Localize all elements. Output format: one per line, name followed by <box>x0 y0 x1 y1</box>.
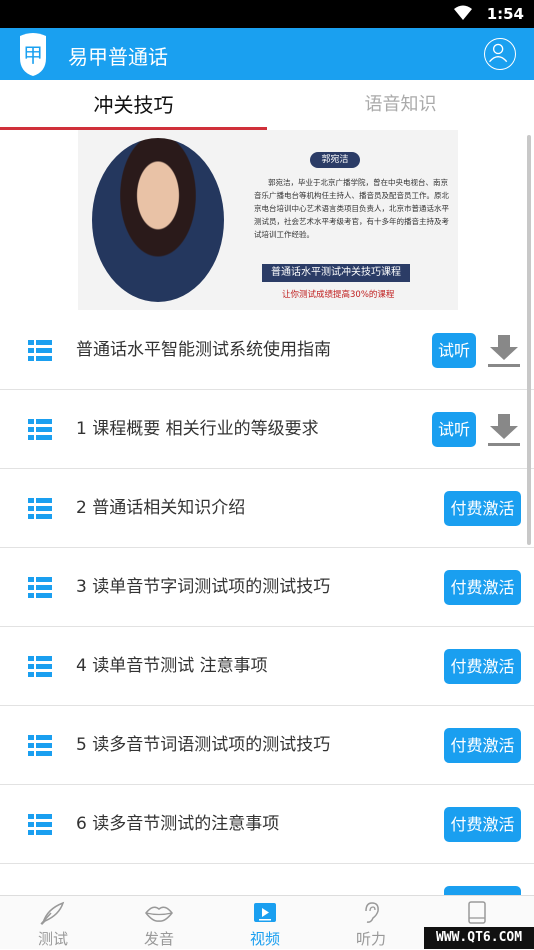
nav-item-video[interactable]: 视频 <box>212 896 318 950</box>
lesson-title: 5 读多音节词语测试项的测试技巧 <box>76 735 331 755</box>
list-icon <box>28 735 52 756</box>
nav-item-listening[interactable]: 听力 <box>318 896 424 950</box>
nav-item-test[interactable]: 测试 <box>0 896 106 950</box>
watermark: WWW.QT6.COM <box>424 927 534 949</box>
pay-activate-button[interactable]: 付费激活 <box>444 886 521 895</box>
list-item[interactable]: 1 课程概要 相关行业的等级要求 试听 <box>0 390 534 469</box>
nav-label: 测试 <box>37 930 68 948</box>
user-profile-button[interactable] <box>484 38 516 70</box>
nav-label: 发音 <box>143 930 174 948</box>
feather-pen-icon <box>40 901 65 925</box>
user-icon <box>489 43 508 63</box>
course-tag: 普通话水平测试冲关技巧课程 <box>262 264 410 282</box>
app-title: 易甲普通话 <box>68 45 168 69</box>
app-bar: 甲 易甲普通话 <box>0 28 534 80</box>
nav-item-pronunciation[interactable]: 发音 <box>106 896 212 950</box>
list-icon <box>28 340 52 361</box>
list-item[interactable]: 4 读单音节测试 注意事项 付费激活 <box>0 627 534 706</box>
course-banner[interactable]: 郭宛洁 郭宛洁，毕业于北京广播学院，曾在中央电视台、南京音乐广播电台等机构任主持… <box>78 130 458 310</box>
status-time: 1:54 <box>486 5 524 23</box>
pay-activate-button[interactable]: 付费激活 <box>444 807 521 842</box>
lesson-title: 2 普通话相关知识介绍 <box>76 498 246 518</box>
nav-label: 视频 <box>249 930 280 948</box>
tab-bar: 冲关技巧 语音知识 <box>0 80 534 130</box>
pay-activate-button[interactable]: 付费激活 <box>444 570 521 605</box>
instructor-portrait <box>92 138 224 302</box>
pay-activate-button[interactable]: 付费激活 <box>444 728 521 763</box>
nav-label: 听力 <box>355 930 386 948</box>
book-icon <box>468 901 486 924</box>
pay-activate-button[interactable]: 付费激活 <box>444 649 521 684</box>
status-bar: 1:54 <box>0 0 534 28</box>
course-slogan: 让你测试成绩提高30%的课程 <box>282 290 395 300</box>
list-icon <box>28 498 52 519</box>
tab-phonetics[interactable]: 语音知识 <box>267 80 534 130</box>
lesson-title: 6 读多音节测试的注意事项 <box>76 814 280 834</box>
trial-button[interactable]: 试听 <box>432 333 476 368</box>
wifi-icon <box>454 5 472 20</box>
ear-icon <box>365 902 379 923</box>
list-icon <box>28 656 52 677</box>
tab-tips[interactable]: 冲关技巧 <box>0 80 267 130</box>
trial-button[interactable]: 试听 <box>432 412 476 447</box>
lesson-list: 普通话水平智能测试系统使用指南 试听 1 课程概要 相关行业的等级要求 试听 2… <box>0 311 534 895</box>
list-item[interactable]: 6 读多音节测试的注意事项 付费激活 <box>0 785 534 864</box>
scrollbar[interactable] <box>527 135 531 545</box>
list-icon <box>28 814 52 835</box>
download-icon[interactable] <box>486 412 522 448</box>
list-item[interactable]: 3 读单音节字词测试项的测试技巧 付费激活 <box>0 548 534 627</box>
video-play-icon <box>254 903 276 922</box>
list-item[interactable]: 2 普通话相关知识介绍 付费激活 <box>0 469 534 548</box>
lesson-title: 1 课程概要 相关行业的等级要求 <box>76 419 319 439</box>
app-logo-icon: 甲 <box>20 33 46 76</box>
download-icon[interactable] <box>486 333 522 369</box>
list-icon <box>28 419 52 440</box>
instructor-name: 郭宛洁 <box>310 152 360 168</box>
instructor-bio: 郭宛洁，毕业于北京广播学院，曾在中央电视台、南京音乐广播电台等机构任主持人、播音… <box>254 178 449 239</box>
list-item[interactable]: 付费激活 <box>0 864 534 895</box>
svg-text:甲: 甲 <box>23 43 43 67</box>
lesson-title: 4 读单音节测试 注意事项 <box>76 656 268 676</box>
list-item[interactable]: 普通话水平智能测试系统使用指南 试听 <box>0 311 534 390</box>
lips-icon <box>145 906 173 922</box>
lesson-title: 3 读单音节字词测试项的测试技巧 <box>76 577 331 597</box>
lesson-title: 普通话水平智能测试系统使用指南 <box>76 340 331 360</box>
list-icon <box>28 577 52 598</box>
list-item[interactable]: 5 读多音节词语测试项的测试技巧 付费激活 <box>0 706 534 785</box>
pay-activate-button[interactable]: 付费激活 <box>444 491 521 526</box>
